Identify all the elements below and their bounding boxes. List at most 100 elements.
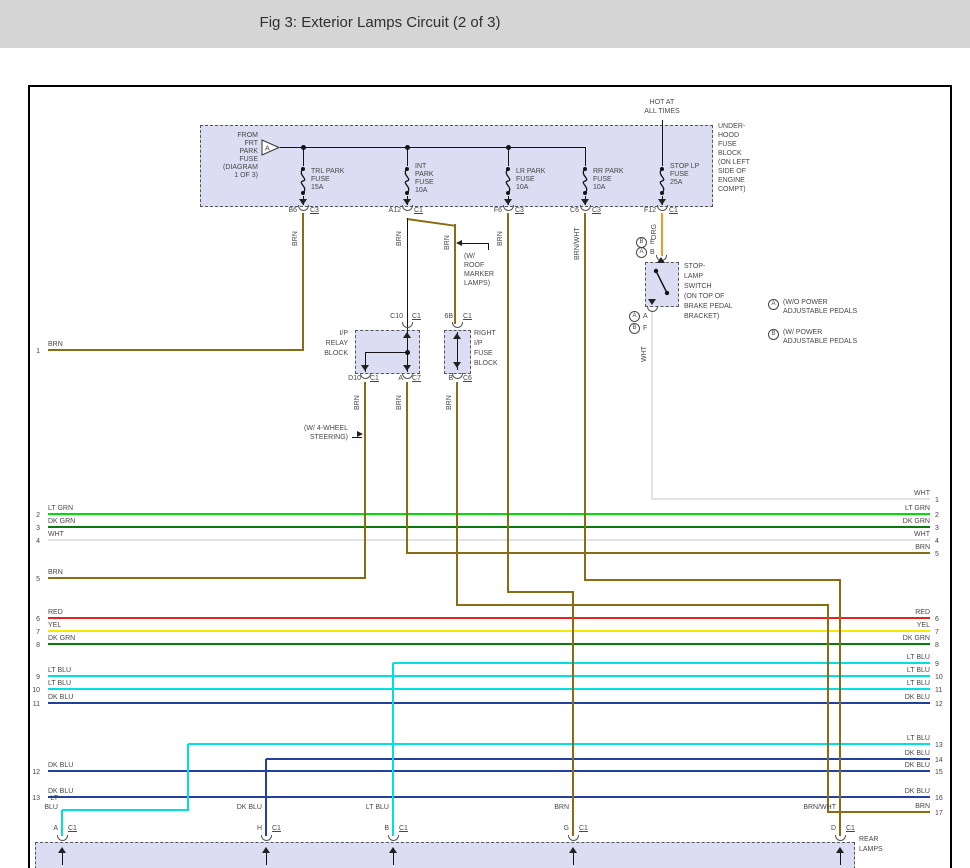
right-row-wire-label: YEL — [916, 622, 930, 629]
fuse-block-connector-ref: C1 — [463, 313, 472, 320]
wire-wht — [652, 498, 930, 500]
left-row-wire-label: LT BLU — [48, 667, 72, 674]
wire-brn — [508, 591, 574, 593]
arrow-down-icon — [403, 365, 411, 371]
fuse-name: 10A — [516, 184, 529, 191]
fuse-pin: F6 — [493, 207, 502, 214]
right-row-number: 7 — [935, 629, 939, 636]
right-row-wire-label: BRN — [915, 803, 930, 810]
bottom-pin: G — [563, 825, 569, 832]
rear-lamps-label: REAR — [859, 836, 879, 843]
wire-brn — [828, 811, 930, 813]
switch-pin: A — [643, 313, 648, 320]
right-row-wire-label: LT BLU — [906, 680, 930, 687]
left-row-number: 3 — [36, 525, 40, 532]
right-row-wire-label: WHT — [914, 531, 930, 538]
right-row-wire-label: BRN — [915, 544, 930, 551]
left-row-wire-label: RED — [48, 609, 63, 616]
fuse-connector-ref: C1 — [669, 207, 678, 214]
four-wheel-steering-note: (W/ 4-WHEEL — [304, 425, 348, 432]
hot-label-line2: ALL TIMES — [644, 108, 680, 115]
bottom-connector-ref: C1 — [272, 825, 281, 832]
wire-color-label: BRN — [354, 395, 361, 410]
fuse-pin: C6 — [570, 207, 579, 214]
relay-pin: D10 — [348, 375, 361, 382]
switch-name: STOP- — [684, 263, 706, 270]
right-row-number: 10 — [935, 674, 943, 681]
note-b: ADJUSTABLE PEDALS — [783, 338, 858, 345]
left-row-number: 5 — [36, 576, 40, 583]
fuse-name: 25A — [670, 179, 683, 186]
relay-block-name: RELAY — [325, 340, 348, 347]
right-row-wire-label: RED — [915, 609, 930, 616]
arrow-up-icon — [657, 257, 665, 263]
wire-brn — [456, 382, 458, 606]
wire-brn — [406, 382, 408, 554]
wire-brn — [584, 213, 586, 581]
wiring-diagram-page: Fig 3: Exterior Lamps Circuit (2 of 3) H… — [0, 0, 970, 868]
wire-brn — [585, 579, 841, 581]
right-fuse-block-name: FUSE — [474, 350, 493, 357]
right-row-wire-label: DK BLU — [904, 750, 930, 757]
wire-color-label: BRN — [497, 231, 504, 246]
bottom-wire-label: LT BLU — [365, 804, 389, 811]
circle-a-icon: A — [629, 311, 640, 322]
right-row-number: 14 — [935, 757, 943, 764]
fuse-block-pin: B — [448, 375, 453, 382]
fuse-block-name: UNDER- — [718, 123, 746, 130]
right-row-number: 15 — [935, 769, 943, 776]
connection-line — [352, 437, 362, 438]
wire-color-label: BRN — [396, 231, 403, 246]
arrow-up-icon — [453, 333, 461, 339]
wire-color-label: ORG — [651, 224, 658, 240]
arrow-down-icon — [648, 299, 656, 305]
fuse-block-name: COMPT) — [718, 186, 746, 193]
switch-name: SWITCH — [684, 283, 712, 290]
right-row-wire-label: LT GRN — [904, 505, 930, 512]
bottom-wire-label: BRN — [554, 804, 569, 811]
relay-connector-ref: C7 — [412, 375, 421, 382]
arrow-right-icon — [357, 431, 363, 437]
fuse-connector-ref: C3 — [310, 207, 319, 214]
arrow-down-icon — [361, 365, 369, 371]
wire-brn — [48, 349, 304, 351]
connector-stem — [573, 853, 574, 865]
underhood-fuse-block — [200, 125, 713, 207]
right-fuse-block-name: I/P — [474, 340, 483, 347]
fuse-pin: B6 — [288, 207, 297, 214]
right-row-number: 6 — [935, 616, 939, 623]
relay-block-name: I/P — [339, 330, 348, 337]
circle-a-icon: A — [636, 247, 647, 258]
left-row-wire-label: DK GRN — [48, 518, 76, 525]
left-row-number: 1 — [36, 348, 40, 355]
right-row-wire-label: LT BLU — [906, 735, 930, 742]
fuse-block-name: HOOD — [718, 132, 739, 139]
fuse-pin: A12 — [388, 207, 401, 214]
wire-brn — [572, 592, 574, 836]
right-row-wire-label: DK GRN — [902, 635, 930, 642]
wire-ltblu — [393, 662, 930, 664]
wire-dkblu — [265, 759, 267, 836]
fuse-block-name: ENGINE — [718, 177, 745, 184]
fuse-name: 15A — [311, 184, 324, 191]
left-row-wire-label: BRN — [48, 569, 63, 576]
connection-line — [462, 243, 488, 244]
left-row-wire-label: WHT — [48, 531, 64, 538]
right-fuse-block-name: BLOCK — [474, 360, 498, 367]
note-a: ADJUSTABLE PEDALS — [783, 308, 858, 315]
switch-name: BRACKET) — [684, 313, 720, 320]
relay-pin: A — [398, 375, 403, 382]
triangle-letter: A — [265, 146, 270, 153]
fuse-connector-ref: C1 — [414, 207, 423, 214]
roof-marker-note: MARKER — [464, 271, 494, 278]
wire-ltblu — [188, 743, 930, 745]
wire-dkblu — [48, 796, 930, 798]
relay-block-name: BLOCK — [324, 350, 348, 357]
bottom-wire-label: DK BLU — [236, 804, 262, 811]
left-row-wire-label: DK BLU — [48, 694, 74, 701]
right-row-number: 16 — [935, 795, 943, 802]
right-row-number: 4 — [935, 538, 939, 545]
bottom-pin: A — [53, 825, 58, 832]
fuse-block-name: SIDE OF — [718, 168, 747, 175]
wire-color-label: BRN — [292, 231, 299, 246]
